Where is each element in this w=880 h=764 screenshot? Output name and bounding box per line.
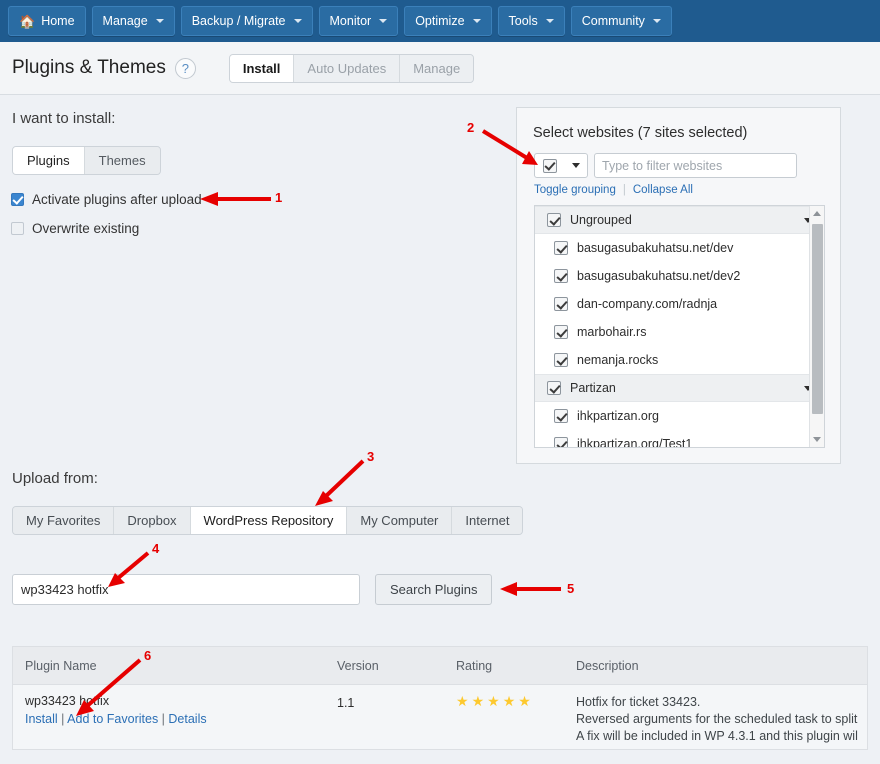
annotation-number-6: 6 bbox=[144, 648, 151, 663]
annotation-arrow-5 bbox=[500, 582, 561, 596]
annotation-number-1: 1 bbox=[275, 190, 282, 205]
annotation-arrows bbox=[0, 0, 880, 764]
annotation-arrow-6 bbox=[76, 660, 140, 716]
annotation-number-2: 2 bbox=[467, 120, 474, 135]
annotation-number-3: 3 bbox=[367, 449, 374, 464]
annotation-arrow-4 bbox=[108, 553, 148, 587]
annotation-number-4: 4 bbox=[152, 541, 159, 556]
annotation-arrow-3 bbox=[315, 461, 363, 506]
annotation-arrow-1 bbox=[200, 192, 271, 206]
annotation-number-5: 5 bbox=[567, 581, 574, 596]
annotation-arrow-2 bbox=[483, 131, 538, 165]
